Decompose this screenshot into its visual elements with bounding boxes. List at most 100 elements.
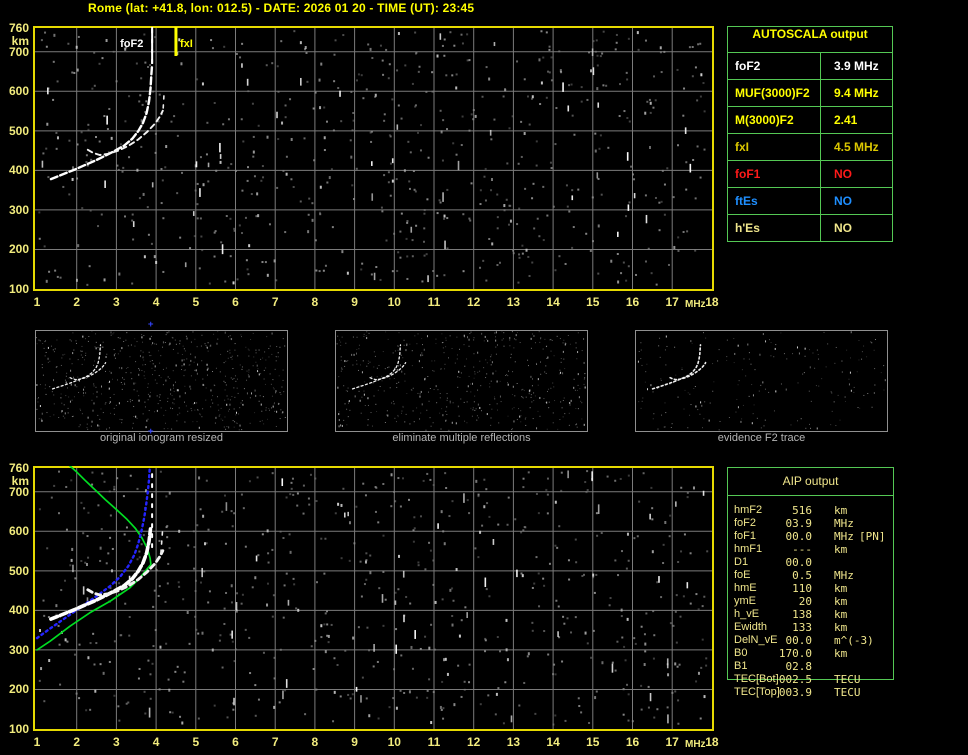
table-row: hmF1 --- km — [728, 543, 893, 556]
y-tick-label: 400 — [8, 163, 29, 178]
y-tick-label: 400 — [8, 603, 29, 618]
parameter-unit: km — [834, 647, 848, 660]
parameter-unit: TECU — [834, 673, 861, 686]
parameter-label: foF1 — [728, 161, 821, 187]
x-tick-label: 10 — [387, 735, 401, 749]
autoscala-table-rows: foF2 3.9 MHz MUF(3000)F2 9.4 MHz M(3000)F2 2.… — [728, 53, 892, 241]
parameter-value: 3.9 MHz — [834, 59, 879, 73]
x-tick-label: 14 — [546, 735, 560, 749]
x-tick-label: 1 — [33, 735, 41, 749]
parameter-label: foF2 — [728, 53, 821, 79]
divider — [728, 495, 893, 496]
x-tick-label: 15 — [586, 295, 600, 309]
x-tick-label: 6 — [232, 735, 239, 749]
table-row: B0 170.0 km — [728, 647, 893, 660]
parameter-label: fxI — [728, 134, 821, 160]
y-axis-unit: km — [11, 34, 29, 48]
x-tick-label: 9 — [351, 295, 358, 309]
parameter-value: NO — [834, 194, 852, 208]
table-row: DelN_vE 00.0 m^(-3) — [728, 634, 893, 647]
x-axis-unit: MHz — [685, 739, 706, 750]
ionogram-plot-profile: 1 2 3 4 5 6 7 8 9 10 11 12 13 14 15 16 17 18 MHz 760 700 600 5… — [9, 461, 719, 750]
thumbnail-eliminate-reflections — [335, 330, 588, 432]
table-row: foF2 3.9 MHz — [728, 53, 892, 80]
table-row: fxI 4.5 MHz — [728, 134, 892, 161]
table-row: M(3000)F2 2.41 — [728, 107, 892, 134]
y-tick-label: 600 — [8, 524, 29, 539]
x-tick-label: 1 — [33, 295, 41, 309]
table-row: ymE 20 km — [728, 595, 893, 608]
thumbnail-caption: eliminate multiple reflections — [392, 432, 531, 444]
x-tick-label: 2 — [73, 295, 81, 309]
table-row: TEC[Top] 003.9 TECU — [728, 686, 893, 699]
parameter-value: 138 — [792, 608, 812, 621]
table-row: MUF(3000)F2 9.4 MHz — [728, 80, 892, 107]
parameter-value: 2.41 — [834, 113, 858, 127]
table-row: h'Es NO — [728, 215, 892, 241]
x-tick-label: 17 — [665, 735, 679, 749]
x-tick-label: 14 — [546, 295, 560, 309]
y-tick-label: 760 — [8, 21, 29, 35]
x-tick-label: 11 — [427, 735, 441, 749]
parameter-value: 002.5 — [778, 673, 812, 686]
x-tick-label: 13 — [506, 295, 521, 309]
y-tick-label: 500 — [8, 123, 29, 138]
parameter-value: 516 — [792, 504, 812, 517]
parameter-unit: MHz — [834, 569, 854, 582]
x-tick-label: 2 — [73, 735, 81, 749]
parameter-label: foE — [734, 569, 751, 581]
y-tick-label: 100 — [8, 282, 29, 297]
parameter-label: foF1 — [734, 530, 757, 542]
parameter-value: 133 — [792, 621, 812, 634]
table-row: foF1 NO — [728, 161, 892, 188]
autoscala-screen: Rome (lat: +41.8, lon: 012.5) - DATE: 20… — [0, 0, 968, 755]
x-tick-label: 8 — [311, 295, 319, 309]
autoscala-table: AUTOSCALA output foF2 3.9 MHz MUF(3000)F2 9… — [727, 26, 893, 242]
x-tick-label: 8 — [311, 735, 319, 749]
parameter-label: Ewidth — [734, 621, 768, 633]
parameter-value: 110 — [792, 582, 812, 595]
parameter-label: hmF2 — [734, 504, 763, 516]
foF2-marker-icon: + — [148, 427, 154, 437]
y-tick-label: 600 — [8, 84, 29, 99]
table-row: h_vE 138 km — [728, 608, 893, 621]
thumbnail-caption: evidence F2 trace — [717, 432, 806, 444]
parameter-value: NO — [834, 167, 852, 181]
parameter-value: 9.4 MHz — [834, 86, 879, 100]
x-tick-label: 7 — [271, 735, 279, 749]
parameter-unit: km — [834, 608, 848, 621]
parameter-unit: km — [834, 582, 848, 595]
table-row: hmE 110 km — [728, 582, 893, 595]
y-tick-label: 500 — [8, 563, 29, 578]
table-row: foE 0.5 MHz — [728, 569, 893, 582]
x-tick-label: 10 — [387, 295, 401, 309]
parameter-value: 03.9 — [785, 517, 813, 530]
parameter-value: 02.8 — [785, 660, 813, 673]
parameter-value: 00.0 — [785, 556, 813, 569]
y-tick-label: 300 — [8, 642, 29, 657]
x-tick-label: 9 — [351, 735, 358, 749]
ionogram-plot-scaled: foF2 fxI 1 2 3 4 5 6 7 8 9 10 11 12 13 14 15 16 17 18 MHz 760… — [9, 21, 719, 310]
foF2-marker-label: foF2 — [120, 38, 144, 50]
parameter-unit: km — [834, 543, 848, 556]
parameter-value: 003.9 — [778, 686, 812, 699]
y-tick-label: 760 — [8, 461, 29, 475]
parameter-label: hmF1 — [734, 543, 763, 555]
parameter-value: --- — [792, 543, 812, 556]
parameter-unit: km — [834, 504, 848, 517]
table-row: ftEs NO — [728, 188, 892, 215]
x-tick-label: 5 — [192, 295, 200, 309]
parameter-value: 170.0 — [778, 647, 812, 660]
page-title: Rome (lat: +41.8, lon: 012.5) - DATE: 20… — [88, 1, 475, 15]
parameter-unit: MHz — [834, 530, 854, 543]
parameter-label: ftEs — [728, 188, 821, 214]
x-tick-label: 12 — [467, 735, 481, 749]
x-tick-label: 13 — [506, 735, 521, 749]
parameter-label: ymE — [734, 595, 756, 607]
parameter-value: 00.0 — [785, 530, 813, 543]
table-row: hmF2 516 km — [728, 504, 893, 517]
thumbnail-caption: original ionogram resized — [100, 432, 223, 444]
table-row: TEC[Bot] 002.5 TECU — [728, 673, 893, 686]
aip-table-header: AIP output — [782, 474, 839, 488]
parameter-unit: TECU — [834, 686, 861, 699]
